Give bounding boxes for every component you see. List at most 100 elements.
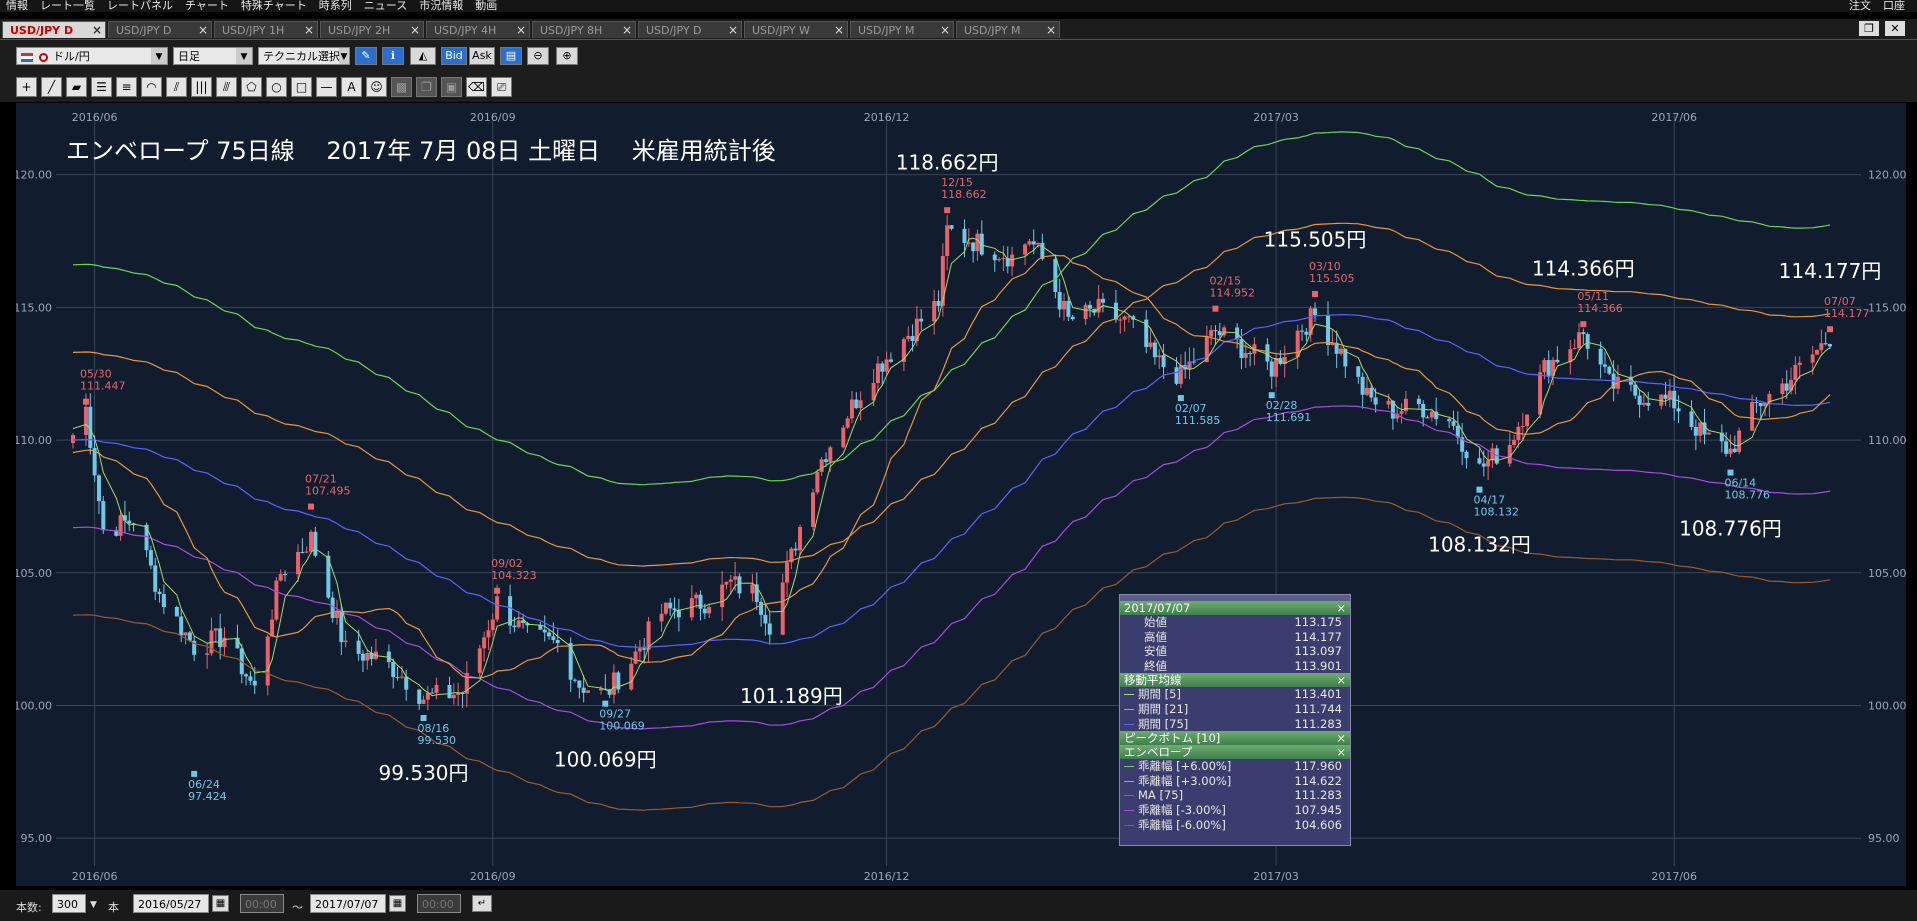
ask-button[interactable]: Ask (469, 47, 495, 65)
close-icon[interactable]: × (304, 22, 314, 39)
close-icon[interactable]: × (1046, 22, 1056, 39)
flag-icon (38, 52, 48, 62)
bid-button[interactable]: Bid (441, 47, 467, 65)
chart-area[interactable]: 95.00 95.00 100.00 100.00 105.00 105.00 110.00… (14, 103, 1907, 886)
fan-icon[interactable]: ⫽ (166, 77, 187, 97)
end-time-field[interactable]: 00:00 (417, 894, 461, 913)
candle-body (728, 579, 733, 582)
close-icon[interactable]: × (410, 22, 420, 39)
eraser-all-icon[interactable]: ⎚ (491, 77, 512, 97)
menu-bar: 情報 レート一覧 レートパネル チャート 特殊チャート 時系列 ニュース 市況情報 動画 注文口… (0, 0, 1917, 12)
icon-tool-icon[interactable]: ☺ (366, 77, 387, 97)
restore-icon[interactable]: ❐ (1859, 21, 1879, 36)
close-icon[interactable]: × (1336, 745, 1346, 759)
rect-icon[interactable]: □ (291, 77, 312, 97)
tab-chart[interactable]: USD/JPY M × (956, 21, 1060, 38)
hlines-icon[interactable]: ☰ (91, 77, 112, 97)
close-icon[interactable]: × (940, 22, 950, 39)
close-icon[interactable]: × (834, 22, 844, 39)
close-icon[interactable]: × (728, 22, 738, 39)
close-icon[interactable]: × (622, 22, 632, 39)
menu-item[interactable]: チャート (179, 0, 235, 12)
menu-item[interactable]: 時系列 (313, 0, 358, 12)
calendar-icon[interactable]: ▦ (212, 895, 229, 912)
tab-label: USD/JPY M (964, 24, 1021, 37)
close-icon[interactable]: × (92, 22, 102, 39)
peak-value-label: 115.505 (1309, 272, 1355, 285)
menu-item[interactable]: 市況情報 (413, 0, 469, 12)
chevron-down-icon[interactable]: ▼ (90, 900, 97, 910)
menu-item[interactable]: 動画 (469, 0, 503, 12)
close-icon[interactable]: × (1336, 673, 1346, 687)
info-icon[interactable]: ℹ (382, 47, 404, 65)
zoom-in-icon[interactable]: ⊕ (556, 47, 578, 65)
info-value: 113.901 (1294, 658, 1342, 673)
area-chart-icon[interactable]: ◭ (410, 47, 436, 65)
start-date-field[interactable]: 2016/05/27 (133, 894, 209, 913)
pen-icon[interactable]: ✎ (355, 47, 377, 65)
copy-icon[interactable]: ❐ (416, 77, 437, 97)
pentagon-icon[interactable]: ⬠ (241, 77, 262, 97)
layer-icon[interactable]: ▩ (391, 77, 412, 97)
y-tick-label: 110.00 (1868, 434, 1906, 447)
eraser-icon[interactable]: ⌫ (466, 77, 487, 97)
ruler-icon[interactable]: ▰ (66, 77, 87, 97)
hlines-icon[interactable]: ≡ (116, 77, 137, 97)
line-icon[interactable]: ╱ (41, 77, 62, 97)
chart-settings-icon[interactable]: ▤ (500, 47, 522, 65)
start-time-field[interactable]: 00:00 (240, 894, 284, 913)
tab-chart[interactable]: USD/JPY 2H × (320, 21, 424, 38)
candle-body (157, 591, 162, 595)
timeframe-select[interactable]: 日足 ▼ (173, 47, 253, 65)
end-date-field[interactable]: 2017/07/07 (310, 894, 386, 913)
candle-body (1663, 394, 1668, 399)
candle-body (1083, 304, 1088, 320)
zoom-out-icon[interactable]: ⊖ (527, 47, 549, 65)
crosshair-icon[interactable]: + (16, 77, 37, 97)
return-icon[interactable]: ↵ (472, 895, 492, 912)
candle-body (1481, 463, 1486, 467)
circle-icon[interactable]: ○ (266, 77, 287, 97)
arc-icon[interactable]: ◠ (141, 77, 162, 97)
count-select[interactable]: 300 (52, 894, 86, 913)
calendar-icon[interactable]: ▦ (389, 895, 406, 912)
candle-body (1036, 242, 1041, 245)
paste-icon[interactable]: ▣ (441, 77, 462, 97)
close-icon[interactable]: × (198, 22, 208, 39)
hline-icon[interactable]: — (316, 77, 337, 97)
menu-item-right[interactable]: 口座 (1877, 0, 1911, 12)
tab-chart[interactable]: USD/JPY M × (850, 21, 954, 38)
tab-chart[interactable]: USD/JPY 4H × (426, 21, 530, 38)
menu-item[interactable]: ニュース (358, 0, 413, 12)
technical-select[interactable]: テクニカル選択 ▼ (258, 47, 350, 65)
tab-chart[interactable]: USD/JPY D × (108, 21, 212, 38)
candle-body (1676, 408, 1681, 412)
tab-chart[interactable]: USD/JPY D × (2, 21, 106, 38)
menu-item[interactable]: レートパネル (101, 0, 179, 12)
candle-body (365, 653, 370, 661)
close-icon[interactable]: ✕ (1885, 21, 1905, 36)
menu-item-right[interactable]: 注文 (1843, 0, 1877, 12)
currency-select[interactable]: ドル/円 ▼ (16, 47, 168, 65)
tab-chart[interactable]: USD/JPY 8H × (532, 21, 636, 38)
tab-chart[interactable]: USD/JPY W × (744, 21, 848, 38)
tab-chart[interactable]: USD/JPY D × (638, 21, 742, 38)
peak-marker (1312, 290, 1319, 297)
tab-chart[interactable]: USD/JPY 1H × (214, 21, 318, 38)
candle-body (875, 363, 880, 384)
menu-item[interactable]: 情報 (0, 0, 34, 12)
candle-body (1451, 421, 1456, 426)
close-icon[interactable]: × (1336, 731, 1346, 745)
info-panel[interactable]: 2017/07/07 × 始値 113.175 高値 114.177 安値 113.097… (1119, 594, 1351, 846)
close-icon[interactable]: × (1336, 601, 1346, 615)
menu-item[interactable]: 特殊チャート (235, 0, 313, 12)
menu-item[interactable]: レート一覧 (34, 0, 101, 12)
candle-body (633, 651, 638, 664)
close-icon[interactable]: × (516, 22, 526, 39)
text-icon[interactable]: A (341, 77, 362, 97)
channel-icon[interactable]: ⫻ (216, 77, 237, 97)
vlines-icon[interactable]: ||| (191, 77, 212, 97)
peak-marker (1727, 469, 1734, 476)
peak-value-label: 111.691 (1266, 411, 1312, 424)
ma-section-header: 移動平均線 × (1120, 673, 1350, 688)
